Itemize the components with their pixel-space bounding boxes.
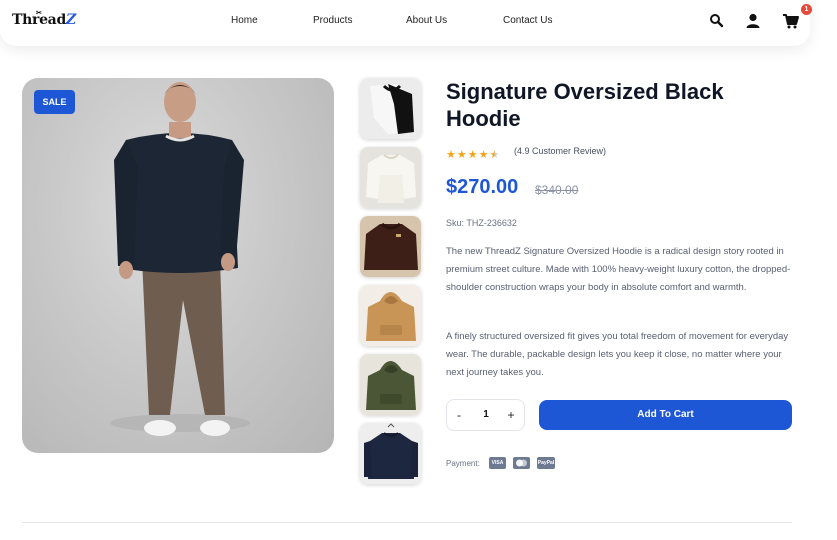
star-icon: ★	[456, 149, 467, 161]
thumbnail-black-white-sweater[interactable]	[360, 78, 421, 139]
mastercard-icon	[513, 457, 530, 469]
thumbnail-cream-sweater[interactable]	[360, 147, 421, 208]
review-count[interactable]: (4.9 Customer Review)	[514, 146, 606, 156]
search-icon[interactable]	[707, 11, 727, 31]
section-divider	[22, 522, 792, 523]
original-price: $340.00	[535, 183, 579, 197]
quantity-stepper: - +	[446, 399, 525, 431]
cart-icon[interactable]	[781, 11, 801, 31]
payment-label: Payment:	[446, 459, 480, 468]
current-price: $270.00	[446, 176, 519, 198]
cart-count-badge: 1	[801, 4, 812, 15]
thumbnail-navy-sweater[interactable]	[360, 423, 421, 484]
add-to-cart-button[interactable]: Add To Cart	[539, 400, 792, 430]
increase-quantity-button[interactable]: +	[499, 400, 523, 430]
navbar: ✂ ThreadZ Home Products About Us Contact…	[0, 0, 812, 46]
star-icon: ★	[467, 149, 478, 161]
decrease-quantity-button[interactable]: -	[447, 400, 471, 430]
nav-link-about-us[interactable]: About Us	[406, 15, 447, 26]
paypal-icon: PayPal	[537, 457, 555, 469]
thumbnail-olive-hoodie[interactable]	[360, 354, 421, 415]
sale-badge: SALE	[34, 90, 75, 114]
logo-needle-icon: ✂	[36, 8, 42, 17]
main-product-image[interactable]: SALE	[22, 78, 334, 453]
quantity-input[interactable]	[473, 400, 499, 430]
logo[interactable]: ✂ ThreadZ	[12, 8, 76, 36]
visa-icon: VISA	[489, 457, 506, 469]
nav-link-contact-us[interactable]: Contact Us	[503, 15, 552, 26]
half-star-icon: ★	[489, 149, 500, 161]
thumbnail-tan-hoodie[interactable]	[360, 285, 421, 346]
star-icon: ★	[478, 149, 489, 161]
product-description-secondary: A finely structured oversized fit gives …	[446, 331, 789, 378]
user-icon[interactable]	[743, 11, 763, 31]
product-sku: Sku: THZ-236632	[446, 218, 517, 228]
nav-link-products[interactable]: Products	[313, 15, 352, 26]
nav-link-home[interactable]: Home	[231, 15, 258, 26]
product-description: The new ThreadZ Signature Oversized Hood…	[446, 246, 791, 293]
model-wearing-hoodie-image	[110, 82, 250, 436]
product-title: Signature Oversized Black Hoodie	[446, 79, 724, 131]
star-icon: ★	[446, 149, 456, 161]
star-rating: ★★★★★	[446, 145, 500, 163]
logo-text-accent: Z	[65, 12, 76, 28]
thumbnail-brown-sweater[interactable]	[360, 216, 421, 277]
